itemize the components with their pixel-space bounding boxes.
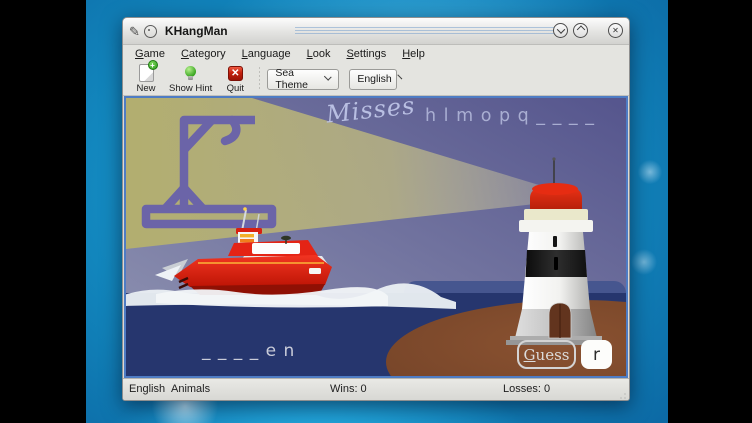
chevron-down-icon	[397, 74, 402, 79]
theme-select[interactable]: Sea Theme	[267, 69, 339, 90]
pencil-icon: ✎	[129, 25, 140, 38]
chevron-down-icon	[556, 25, 564, 33]
close-button[interactable]: ✕	[608, 23, 623, 38]
resize-grip-icon[interactable]	[617, 390, 627, 400]
letterbox-left	[0, 0, 86, 423]
toolbar-separator	[259, 67, 260, 91]
show-hint-button[interactable]: Show Hint	[169, 64, 212, 94]
quit-button[interactable]: ✕ Quit	[220, 64, 250, 94]
status-losses: Losses: 0	[503, 383, 550, 395]
missed-letters: h l m o p q _ _ _ _	[425, 106, 595, 126]
lightbulb-icon	[185, 66, 196, 77]
guess-button[interactable]: Guess	[517, 340, 576, 369]
minimize-button[interactable]	[553, 23, 568, 38]
menubar: Game Category Language Look Settings Hel…	[123, 45, 629, 63]
guess-letter-input[interactable]	[581, 340, 612, 369]
status-language: English	[129, 383, 165, 395]
menu-category[interactable]: Category	[181, 48, 226, 60]
quit-x-icon: ✕	[228, 66, 243, 81]
maximize-button[interactable]	[573, 23, 588, 38]
titlebar[interactable]: ✎ KHangMan ✕	[123, 18, 629, 45]
menu-settings[interactable]: Settings	[346, 48, 386, 60]
status-wins: Wins: 0	[330, 383, 367, 395]
new-document-icon: +	[139, 64, 154, 82]
menu-look[interactable]: Look	[307, 48, 331, 60]
sea-theme-scene	[126, 98, 626, 376]
khangman-window: ✎ KHangMan ✕ Game Category Language Look…	[122, 17, 630, 401]
new-button[interactable]: + New	[131, 64, 161, 94]
word-display: _ _ _ _ e n	[202, 341, 295, 361]
language-select[interactable]: English	[349, 69, 397, 90]
chevron-up-icon	[576, 25, 584, 33]
close-icon: ✕	[612, 27, 619, 35]
statusbar: English Animals Wins: 0 Losses: 0	[123, 378, 629, 401]
status-category: Animals	[171, 383, 210, 395]
toolbar: + New Show Hint ✕ Quit Sea Theme English	[123, 63, 629, 96]
menu-help[interactable]: Help	[402, 48, 425, 60]
menu-language[interactable]: Language	[242, 48, 291, 60]
titlebar-grip-stripes	[295, 27, 557, 36]
game-area: Misses h l m o p q _ _ _ _ _ _ _ _ e n G…	[124, 96, 628, 378]
ring-icon	[144, 25, 157, 38]
chevron-down-icon	[324, 73, 332, 81]
menu-game[interactable]: Game	[135, 48, 165, 60]
window-title: KHangMan	[165, 24, 228, 38]
letterbox-right	[668, 0, 752, 423]
